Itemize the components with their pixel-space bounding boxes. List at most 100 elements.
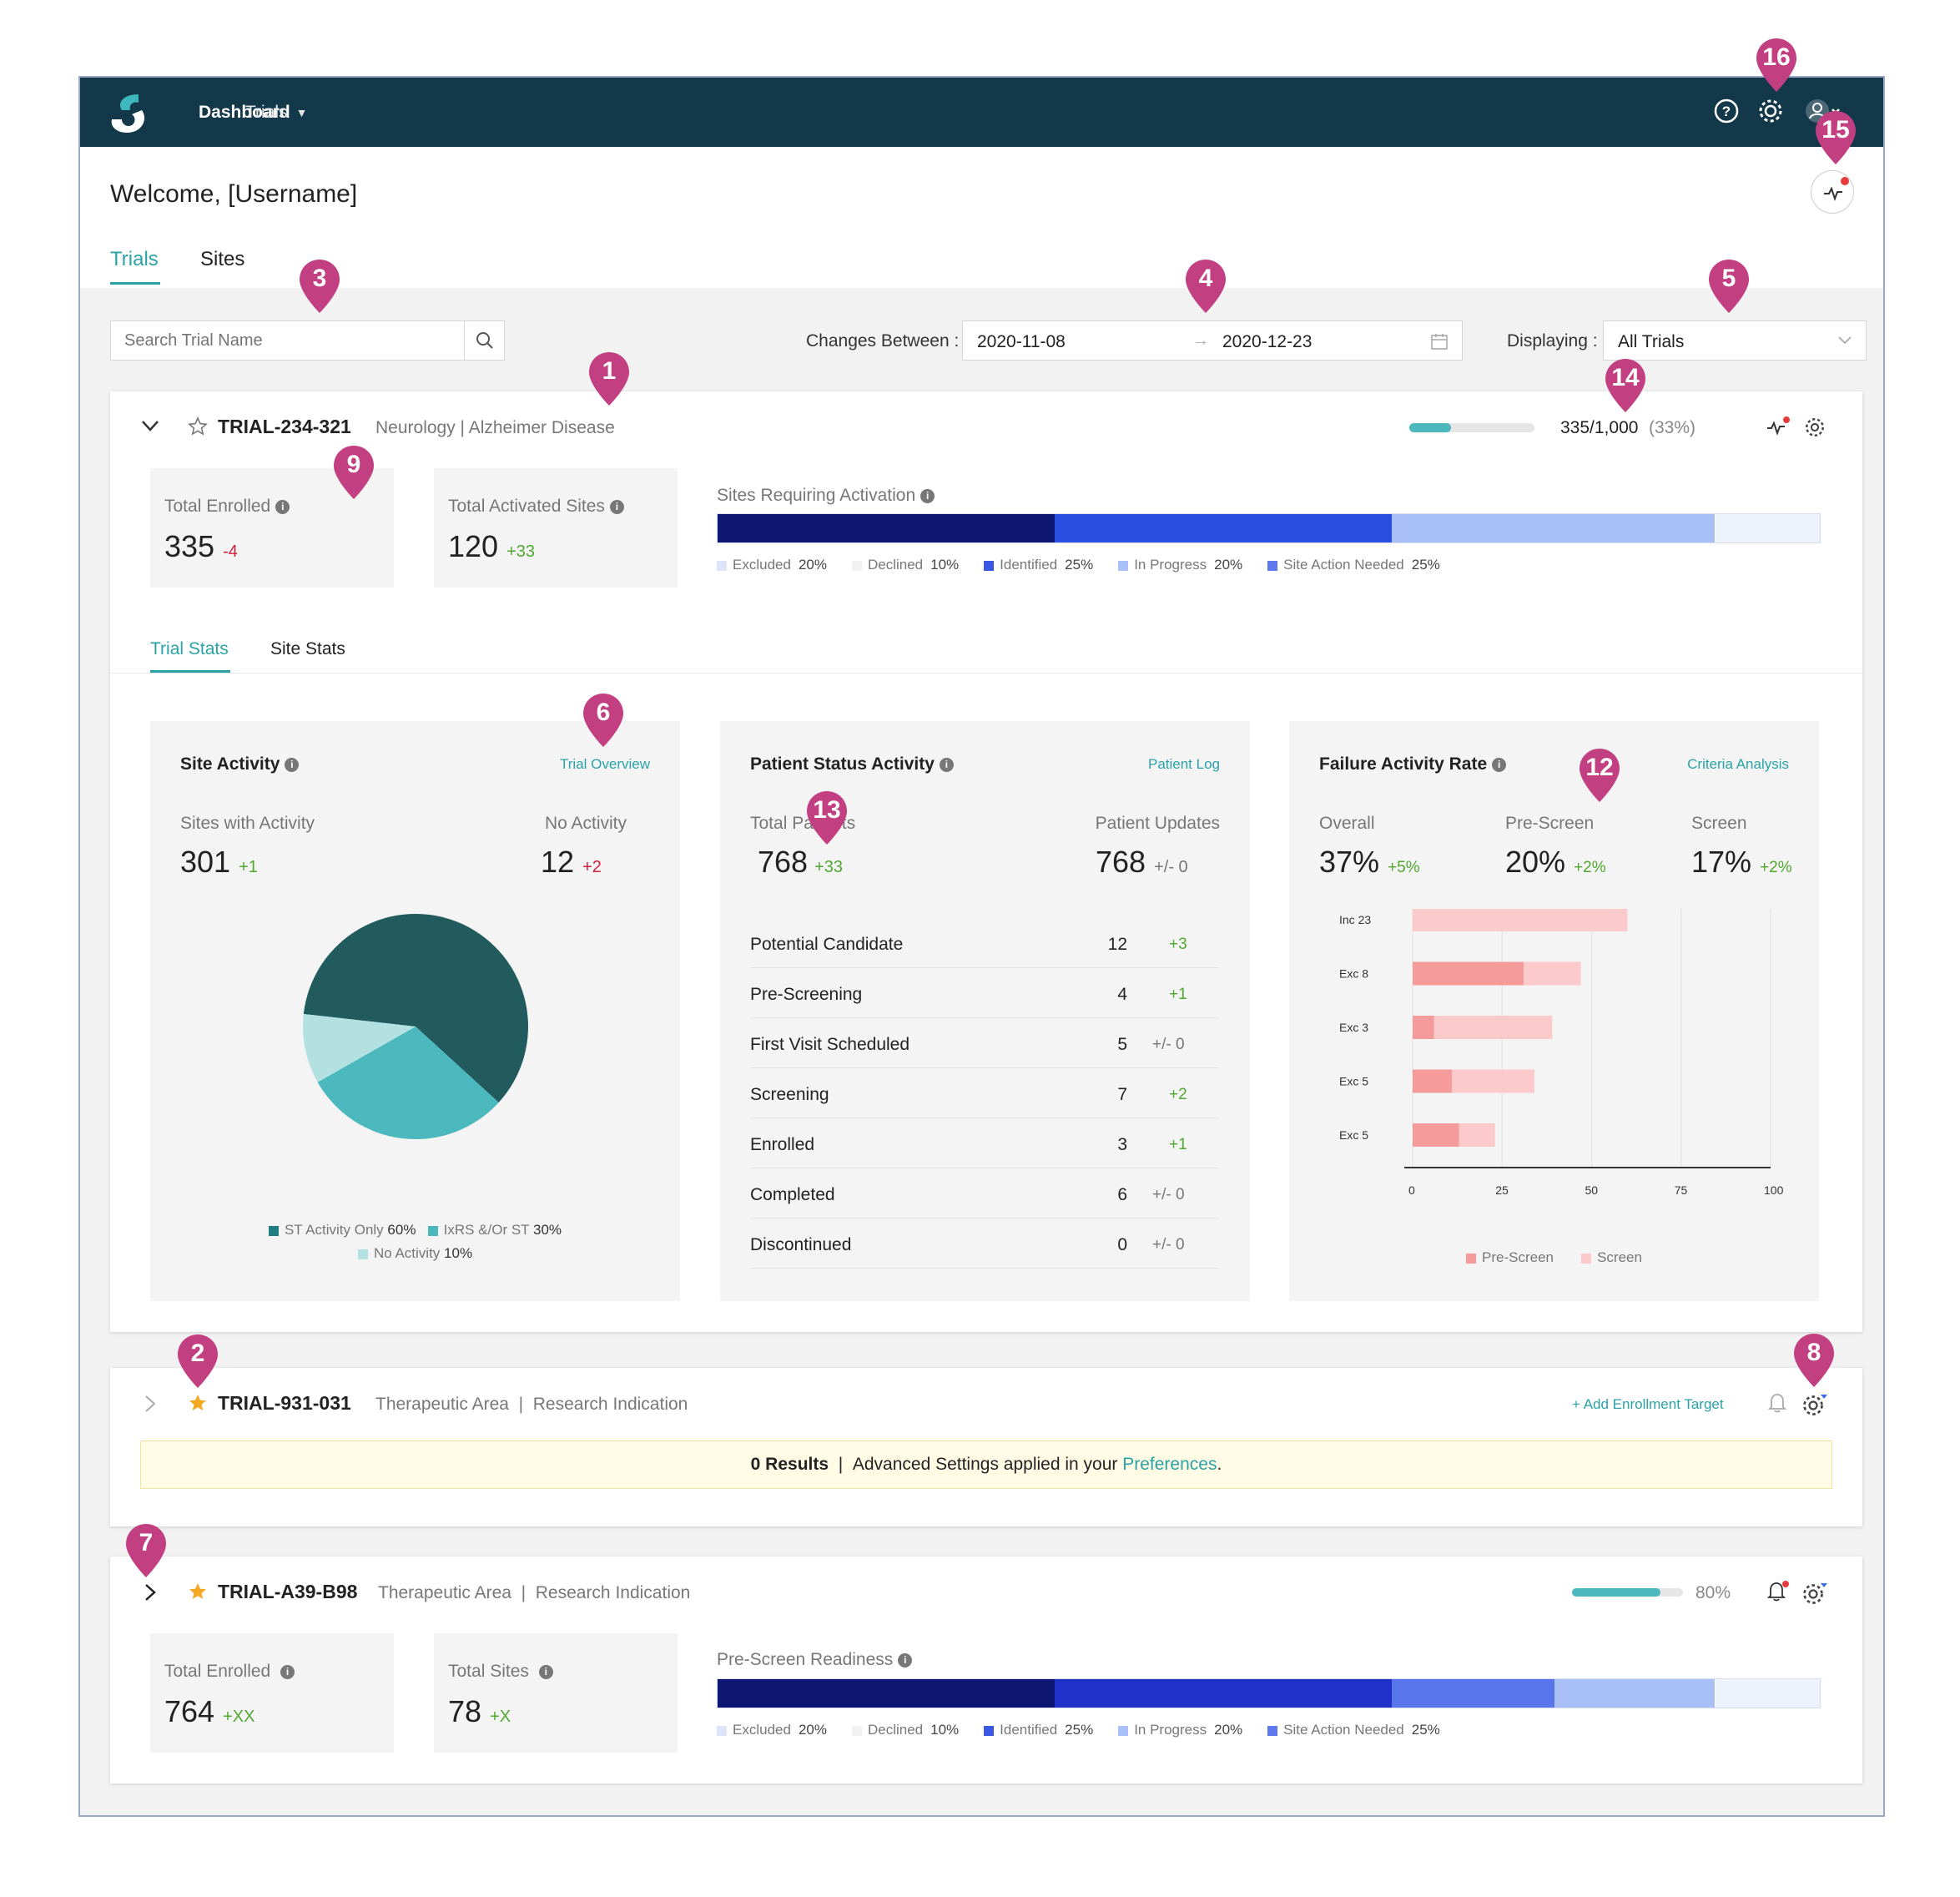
callout-pin-7: 7 (123, 1522, 169, 1579)
legend-pct: 10% (930, 557, 960, 573)
row-value: 3 (1117, 1135, 1127, 1154)
preferences-link[interactable]: Preferences (1122, 1455, 1217, 1474)
trial-area: Neurology | Alzheimer Disease (375, 418, 615, 437)
row-label: Pre-Screening (750, 985, 863, 1004)
info-icon[interactable]: i (609, 499, 624, 514)
callout-pin-4: 4 (1182, 258, 1229, 315)
callout-number: 15 (1821, 116, 1850, 144)
bar-prescreen[interactable] (1413, 1069, 1453, 1093)
activity-feed-button[interactable] (1811, 170, 1854, 214)
patient-log-link[interactable]: Patient Log (1148, 756, 1220, 773)
legend-swatch (851, 560, 862, 571)
calendar-icon[interactable] (1430, 332, 1449, 351)
bar-screen[interactable] (1523, 961, 1581, 986)
patient-status-row[interactable]: Potential Candidate 12 +3 (750, 918, 1219, 968)
trial-settings-icon[interactable] (1802, 1582, 1829, 1605)
tab-site-stats[interactable]: Site Stats (270, 639, 345, 659)
trial-overview-link[interactable]: Trial Overview (560, 756, 650, 773)
tab-sites[interactable]: Sites (200, 248, 244, 271)
bar-screen[interactable] (1459, 1123, 1495, 1147)
nav-trials-menu[interactable]: Trials ▼ (245, 103, 307, 123)
activity-alert-icon[interactable] (1765, 413, 1791, 440)
trial-id[interactable]: TRIAL-A39-B98 (218, 1581, 357, 1603)
info-icon[interactable]: i (275, 499, 290, 514)
info-icon[interactable]: i (920, 488, 935, 503)
callout-number: 2 (190, 1340, 205, 1367)
info-icon[interactable]: i (538, 1664, 553, 1679)
date-to[interactable]: 2020-12-23 (1222, 332, 1312, 352)
patient-status-row[interactable]: Pre-Screening 4 +1 (750, 968, 1219, 1018)
legend-item: Site Action Needed 25% (1267, 1722, 1440, 1738)
info-icon[interactable]: i (285, 757, 300, 772)
row-delta: +/- 0 (1152, 1236, 1185, 1254)
patient-updates-delta: +/- 0 (1154, 858, 1188, 876)
legend-pct: 25% (1065, 1722, 1094, 1738)
info-icon[interactable]: i (1492, 757, 1507, 772)
star-filled-icon[interactable] (188, 1582, 208, 1602)
info-icon[interactable]: i (280, 1664, 295, 1679)
total-activated-value: 120 (448, 529, 499, 563)
bell-icon[interactable] (1767, 1392, 1787, 1414)
bell-alert-icon[interactable] (1766, 1580, 1791, 1603)
row-label: First Visit Scheduled (750, 1035, 910, 1054)
total-enrolled-box: Total Enrolled i 764 +XX (150, 1633, 394, 1753)
pie-legend-label: ST Activity Only (284, 1222, 384, 1238)
tab-trials[interactable]: Trials (110, 248, 159, 271)
collapse-chevron-icon[interactable] (141, 419, 159, 432)
total-sites-box: Total Sites i 78 +X (434, 1633, 678, 1753)
date-range-picker[interactable]: 2020-11-08 → 2020-12-23 (962, 320, 1463, 361)
star-outline-icon[interactable] (188, 416, 208, 436)
tab-trial-stats[interactable]: Trial Stats (150, 639, 229, 659)
divider (110, 673, 1862, 674)
bar-prescreen[interactable] (1413, 961, 1524, 986)
gear-icon[interactable] (1757, 98, 1784, 124)
enrollment-progress-pct: (33%) (1649, 418, 1696, 437)
patient-status-row[interactable]: Enrolled 3 +1 (750, 1118, 1219, 1168)
pie-legend-label: IxRS &/Or ST (443, 1222, 530, 1238)
bar-screen[interactable] (1413, 909, 1628, 931)
add-enrollment-target-link[interactable]: + Add Enrollment Target (1572, 1396, 1724, 1413)
overall-value: 37% (1319, 845, 1380, 879)
callout-number: 4 (1198, 265, 1213, 292)
bar-prescreen[interactable] (1413, 1123, 1459, 1147)
trial-settings-icon[interactable] (1804, 416, 1826, 438)
readiness-status-segment (1055, 1679, 1393, 1708)
bar-prescreen[interactable] (1413, 1016, 1434, 1039)
patient-status-row[interactable]: Discontinued 0 +/- 0 (750, 1218, 1219, 1269)
patient-status-row[interactable]: First Visit Scheduled 5 +/- 0 (750, 1018, 1219, 1068)
callout-number: 8 (1806, 1339, 1821, 1366)
star-filled-icon[interactable] (188, 1393, 208, 1413)
callout-number: 7 (139, 1529, 154, 1556)
legend-swatch (1118, 1725, 1129, 1736)
readiness-status-segment (1554, 1679, 1716, 1708)
search-input[interactable] (111, 321, 464, 360)
trial-id[interactable]: TRIAL-234-321 (218, 416, 351, 438)
legend-label: Identified (1000, 557, 1058, 573)
row-value: 6 (1117, 1185, 1127, 1204)
date-from[interactable]: 2020-11-08 (977, 332, 1066, 352)
expand-chevron-icon[interactable] (144, 1395, 157, 1413)
x-tick-label: 75 (1675, 1183, 1688, 1197)
bar-screen[interactable] (1433, 1016, 1553, 1039)
search-button[interactable] (464, 321, 504, 360)
callout-pin-14: 14 (1602, 357, 1649, 414)
bar-screen[interactable] (1452, 1069, 1534, 1093)
info-icon[interactable]: i (939, 757, 954, 772)
display-select[interactable]: All Trials (1603, 320, 1867, 361)
help-icon[interactable]: ? (1713, 98, 1740, 124)
trial-indication: Research Indication (532, 1395, 688, 1414)
trial-settings-icon[interactable] (1802, 1393, 1829, 1416)
patient-status-row[interactable]: Completed 6 +/- 0 (750, 1168, 1219, 1218)
arrow-right-icon: → (1192, 331, 1209, 350)
criteria-analysis-link[interactable]: Criteria Analysis (1687, 756, 1789, 773)
total-patients-value: 768 (758, 845, 809, 879)
trial-id[interactable]: TRIAL-931-031 (218, 1392, 351, 1415)
info-icon[interactable]: i (898, 1652, 913, 1667)
callout-pin-6: 6 (580, 692, 627, 749)
sites-status-bar (717, 513, 1821, 543)
patient-status-row[interactable]: Screening 7 +2 (750, 1068, 1219, 1118)
app-logo[interactable] (105, 88, 154, 136)
expand-chevron-icon[interactable] (144, 1583, 157, 1602)
patient-status-list: Potential Candidate 12 +3 Pre-Screening 4 +1 F… (750, 918, 1219, 1269)
row-label: Enrolled (750, 1135, 815, 1154)
